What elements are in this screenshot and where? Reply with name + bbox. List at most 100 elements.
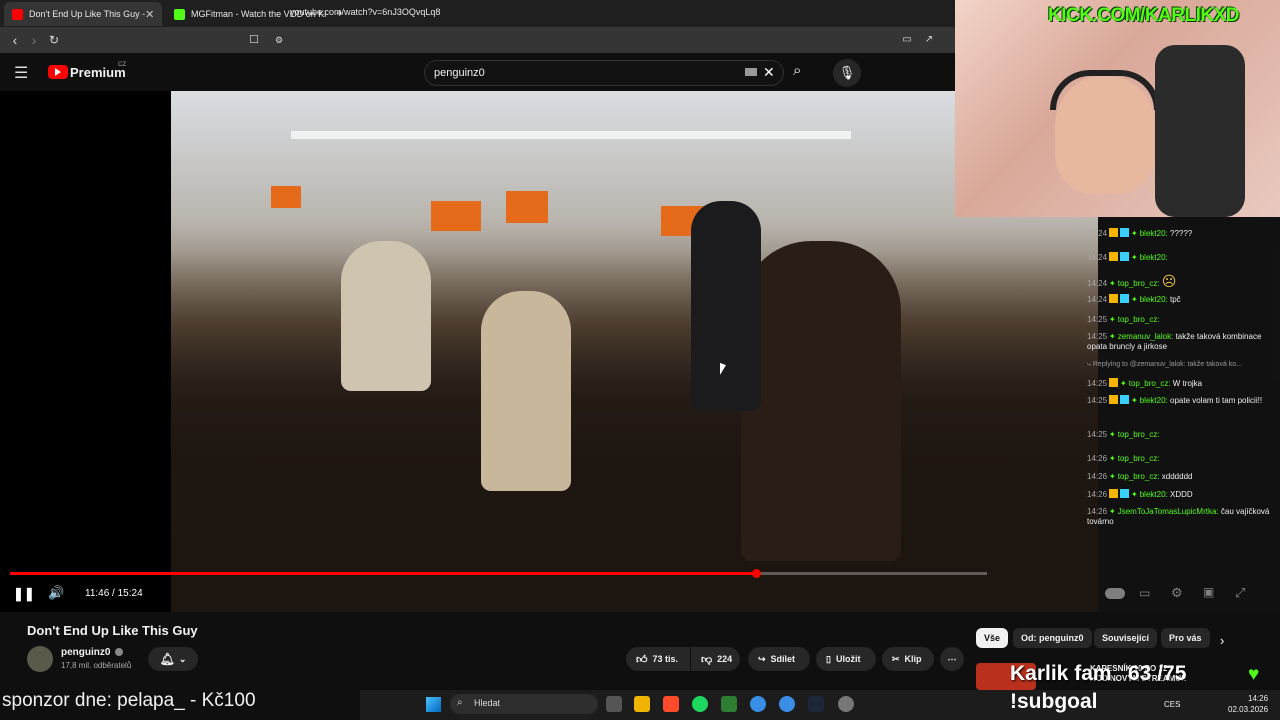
site-settings-icon[interactable]: ⚙: [270, 31, 288, 49]
like-button[interactable]: 👍︎ 73 tis.: [626, 647, 690, 671]
time-display: 11:46 / 15:24: [85, 588, 143, 599]
windows-start-icon[interactable]: [426, 697, 441, 712]
address-bar: [0, 27, 955, 53]
video-title: Don't End Up Like This Guy: [27, 623, 198, 638]
spotify-icon[interactable]: [692, 696, 708, 712]
reload-icon[interactable]: ↻: [45, 31, 63, 49]
excel-icon[interactable]: [721, 696, 737, 712]
progress-fill: [10, 572, 757, 575]
voice-search-button[interactable]: 🎙: [833, 59, 861, 87]
heart-icon: ♥: [1248, 664, 1260, 685]
chat-message: 14:26 ✦ blekt20: XDDD: [1087, 489, 1193, 499]
taskbar-search[interactable]: [450, 694, 598, 714]
menu-board: [431, 201, 481, 231]
bell-icon: 🔔︎: [159, 652, 175, 666]
volume-icon[interactable]: 🔊: [48, 585, 64, 601]
app-icon[interactable]: [750, 696, 766, 712]
notifications-button[interactable]: 🔔︎ ⌄: [148, 647, 198, 671]
goal-label: Karlik fam: [1010, 662, 1112, 685]
save-button[interactable]: ▯ Uložit: [816, 647, 876, 671]
share-icon: ↪: [758, 653, 766, 664]
thumbs-up-icon: 👍︎: [636, 653, 648, 666]
microphone-icon: 🎙: [838, 65, 856, 80]
tab-label: Don't End Up Like This Guy -: [29, 9, 146, 19]
channel-name[interactable]: penguinz0: [61, 647, 110, 658]
search-icon: ⌕: [457, 697, 463, 708]
chat-message: 14:26 ✦ top_bro_cz: xdddddd: [1087, 472, 1193, 481]
chat-message: 14:26 ✦ JsemToJaTomasLupicMrtka: čau vajíč…: [1087, 507, 1270, 526]
close-icon[interactable]: ✕: [145, 8, 154, 21]
chat-message: 14:25 ✦ top_bro_cz: W trojka: [1087, 378, 1203, 388]
chip-all[interactable]: Vše: [976, 628, 1009, 648]
menu-board: [506, 191, 548, 223]
subscriber-count: 17,8 mil. odběratelů: [61, 661, 132, 670]
thumbs-down-icon: 👎︎: [701, 653, 713, 666]
file-explorer-icon[interactable]: [634, 696, 650, 712]
app-icon[interactable]: [779, 696, 795, 712]
chat-message: 14:24 ✦ blekt20: tpč: [1087, 294, 1181, 304]
sponsor-banner: sponzor dne: pelapa_ - Kč100: [2, 690, 256, 711]
mouse-cursor-icon: [720, 362, 726, 378]
chat-message: 14:25 ✦ top_bro_cz:: [1087, 315, 1160, 324]
save-label: Uložit: [835, 654, 861, 664]
clock-date[interactable]: 02.03.2026: [1228, 705, 1268, 714]
chat-message: 14:25 ✦ zemanuv_lalok: takže taková kombin…: [1087, 332, 1262, 351]
steam-icon[interactable]: [808, 696, 824, 712]
kick-favicon-icon: [174, 8, 185, 20]
tab-youtube[interactable]: Don't End Up Like This Guy - ✕: [4, 2, 162, 26]
ceiling-light: [291, 131, 851, 139]
url-field[interactable]: youtube.com/watch?v=6nJ3OQvqLq8: [290, 7, 440, 17]
share-icon[interactable]: ↗: [920, 31, 938, 49]
clock-time[interactable]: 14:26: [1248, 694, 1268, 703]
chat-message: 14:24 ✦ top_bro_cz: ☹: [1087, 273, 1177, 289]
more-actions-button[interactable]: ⋯: [940, 647, 964, 671]
chat-message: 14:25 ✦ blekt20: opate volam ti tam polici…: [1087, 395, 1263, 405]
person-worker: [481, 291, 571, 491]
bookmark-icon[interactable]: ☐: [245, 31, 263, 49]
share-button[interactable]: ↪ Sdílet: [748, 647, 810, 671]
crowd-shadow: [171, 251, 1098, 612]
gaming-chair: [1155, 45, 1245, 217]
cast-icon[interactable]: ▭: [898, 31, 916, 49]
save-icon: ▯: [826, 653, 831, 664]
chat-message: 14:26 ✦ top_bro_cz:: [1087, 454, 1160, 463]
menu-icon[interactable]: ☰: [14, 63, 28, 83]
youtube-favicon-icon: [12, 8, 23, 20]
share-label: Sdílet: [770, 654, 796, 664]
search-value: penguinz0: [434, 67, 485, 79]
chevron-right-icon[interactable]: ›: [1220, 633, 1224, 648]
like-count: 73 tis.: [652, 654, 679, 664]
back-icon[interactable]: ‹: [6, 31, 24, 49]
chevron-down-icon: ⌄: [178, 653, 187, 664]
obs-icon[interactable]: [838, 696, 854, 712]
chip-from-channel[interactable]: Od: penguinz0: [1013, 628, 1092, 648]
person-foreground: [741, 241, 901, 561]
search-icon[interactable]: ⌕: [793, 62, 801, 79]
channel-avatar[interactable]: [27, 646, 53, 672]
clip-button[interactable]: ✂ Klip: [882, 647, 934, 671]
webcam-overlay: [955, 0, 1280, 217]
chat-message: 14:24 ✦ blekt20: ?????: [1087, 228, 1193, 238]
taskbar-search-label: Hledat: [474, 698, 501, 708]
region-code: CZ: [118, 62, 126, 68]
goal-count: 63 /75: [1128, 662, 1187, 685]
scissors-icon: ✂: [892, 653, 900, 664]
verified-icon: [115, 648, 123, 656]
keyboard-icon[interactable]: [745, 68, 757, 76]
youtube-logo-icon[interactable]: [48, 65, 68, 79]
clip-label: Klip: [904, 654, 922, 664]
person-dark: [691, 201, 761, 411]
language-indicator[interactable]: CES: [1164, 700, 1180, 709]
chat-message: 14:25 ✦ top_bro_cz:: [1087, 430, 1160, 439]
person-hoodie: [341, 241, 431, 391]
task-view-icon[interactable]: [606, 696, 622, 712]
clear-search-icon[interactable]: ✕: [763, 64, 775, 81]
chat-reply-context: ⤷ Replying to @zemanuv_lalok: takže tako…: [1087, 361, 1243, 368]
chip-for-you[interactable]: Pro vás: [1161, 628, 1210, 648]
dislike-button[interactable]: 👎︎ 224: [691, 647, 740, 671]
forward-icon[interactable]: ›: [25, 31, 43, 49]
headphones-icon: [1050, 70, 1160, 110]
brave-browser-icon[interactable]: [663, 696, 679, 712]
chip-related[interactable]: Související: [1094, 628, 1158, 648]
pause-icon[interactable]: ❚❚: [13, 586, 35, 602]
